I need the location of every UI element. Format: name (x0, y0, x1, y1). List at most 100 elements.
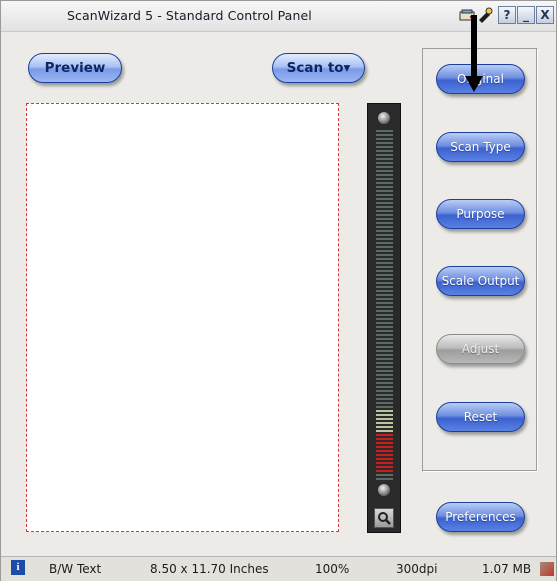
zoom-level-segment (376, 162, 393, 164)
zoom-level-segment (376, 370, 393, 372)
zoom-level-segment (376, 274, 393, 276)
status-scan-type: B/W Text (49, 562, 102, 576)
zoom-level-segment (376, 318, 393, 320)
zoom-level-segment (376, 362, 393, 364)
zoom-magnifier-icon[interactable] (374, 508, 394, 528)
zoom-level-segment (376, 234, 393, 236)
zoom-slider[interactable] (367, 103, 401, 533)
preview-button[interactable]: Preview (28, 53, 122, 83)
zoom-level-segment (376, 414, 393, 416)
status-resolution: 300dpi (396, 562, 438, 576)
zoom-level-segment (376, 150, 393, 152)
zoom-level-segment (376, 222, 393, 224)
zoom-level-segment (376, 178, 393, 180)
zoom-level-segment (376, 218, 393, 220)
zoom-level-segment (376, 398, 393, 400)
reset-button[interactable]: Reset (436, 402, 525, 432)
status-scale: 100% (315, 562, 350, 576)
zoom-level-segment (376, 134, 393, 136)
status-file-size: 1.07 MB (482, 562, 532, 576)
zoom-level-segment (376, 326, 393, 328)
status-bar: i B/W Text 8.50 x 11.70 Inches 100% 300d… (1, 556, 556, 581)
close-button[interactable]: X (536, 6, 554, 24)
zoom-level-segment (376, 386, 393, 388)
resize-grip-icon[interactable] (540, 562, 554, 576)
scan-type-button[interactable]: Scan Type (436, 132, 525, 162)
zoom-level-segment (376, 206, 393, 208)
zoom-level-segment (376, 210, 393, 212)
zoom-level-segment (376, 374, 393, 376)
zoom-level-segment (376, 382, 393, 384)
zoom-level-segment (376, 282, 393, 284)
zoom-level-segment (376, 306, 393, 308)
zoom-level-segment (376, 402, 393, 404)
zoom-level-segment (376, 182, 393, 184)
zoom-level-segment (376, 242, 393, 244)
settings-icon[interactable] (477, 7, 493, 23)
window-title: ScanWizard 5 - Standard Control Panel (67, 8, 312, 23)
zoom-level-segment (376, 186, 393, 188)
zoom-level-segment (376, 390, 393, 392)
zoom-level-segment (376, 170, 393, 172)
zoom-level-segment (376, 250, 393, 252)
zoom-level-segment (376, 314, 393, 316)
zoom-level-segment (376, 454, 393, 456)
zoom-level-segment (376, 378, 393, 380)
zoom-out-knob[interactable] (378, 484, 390, 496)
zoom-level-segment (376, 358, 393, 360)
zoom-level-segment (376, 442, 393, 444)
zoom-level-segment (376, 146, 393, 148)
zoom-level-segment (376, 278, 393, 280)
minimize-button[interactable]: _ (517, 6, 535, 24)
info-icon[interactable]: i (11, 560, 25, 575)
preview-area[interactable] (26, 103, 339, 532)
zoom-level-segment (376, 226, 393, 228)
adjust-button[interactable]: Adjust (436, 334, 525, 364)
zoom-level-segment (376, 458, 393, 460)
zoom-level-segment (376, 190, 393, 192)
zoom-level-segment (376, 426, 393, 428)
preferences-button[interactable]: Preferences (436, 502, 525, 532)
zoom-level-segment (376, 238, 393, 240)
scanwizard-window: ScanWizard 5 - Standard Control Panel ? … (0, 0, 557, 581)
zoom-level-segment (376, 290, 393, 292)
zoom-level-segment (376, 286, 393, 288)
zoom-level-segment (376, 334, 393, 336)
zoom-level-segment (376, 446, 393, 448)
zoom-level-segment (376, 470, 393, 472)
zoom-level-segment (376, 214, 393, 216)
zoom-level-segment (376, 330, 393, 332)
zoom-level-segment (376, 194, 393, 196)
zoom-level-segment (376, 450, 393, 452)
zoom-level-segment (376, 246, 393, 248)
zoom-level-segment (376, 438, 393, 440)
zoom-level-segment (376, 418, 393, 420)
zoom-level-segment (376, 258, 393, 260)
zoom-level-segment (376, 138, 393, 140)
status-dimensions: 8.50 x 11.70 Inches (150, 562, 269, 576)
zoom-in-knob[interactable] (378, 112, 390, 124)
zoom-level-segment (376, 434, 393, 436)
help-button[interactable]: ? (498, 6, 516, 24)
zoom-level-segment (376, 202, 393, 204)
zoom-level-segment (376, 350, 393, 352)
zoom-level-segment (376, 346, 393, 348)
zoom-level-segment (376, 270, 393, 272)
zoom-level-segment (376, 354, 393, 356)
scan-to-button[interactable]: Scan to▾ (272, 53, 365, 83)
purpose-button[interactable]: Purpose (436, 199, 525, 229)
zoom-level-segment (376, 230, 393, 232)
zoom-level-segment (376, 266, 393, 268)
annotation-arrow-shaft (471, 15, 477, 78)
zoom-level-segment (376, 322, 393, 324)
zoom-level-segment (376, 366, 393, 368)
zoom-level-segment (376, 198, 393, 200)
zoom-level-segment (376, 474, 393, 476)
scale-output-button[interactable]: Scale Output (436, 266, 525, 296)
zoom-level-segment (376, 174, 393, 176)
zoom-level-segment (376, 142, 393, 144)
zoom-level-segment (376, 298, 393, 300)
zoom-level-segment (376, 294, 393, 296)
zoom-level-segment (376, 154, 393, 156)
zoom-level-segment (376, 166, 393, 168)
